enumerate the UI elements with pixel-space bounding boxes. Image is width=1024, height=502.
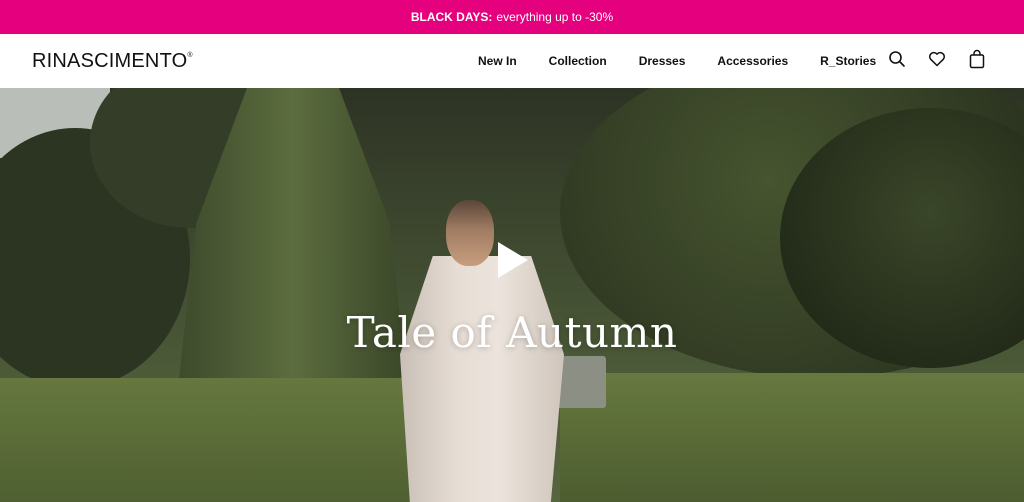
promo-bar[interactable]: BLACK DAYS: everything up to -30%: [0, 0, 1024, 34]
shopping-bag-icon[interactable]: [966, 48, 988, 70]
nav-accessories[interactable]: Accessories: [717, 54, 788, 68]
search-icon[interactable]: [886, 48, 908, 70]
registered-mark: ®: [187, 52, 193, 59]
nav-dresses[interactable]: Dresses: [639, 54, 686, 68]
brand-logo-text: RINASCIMENTO: [32, 50, 188, 72]
hero-hedge-left: [0, 378, 410, 502]
hero-title: Tale of Autumn: [346, 308, 678, 357]
nav-collection[interactable]: Collection: [549, 54, 607, 68]
hero-model-coat: [400, 256, 564, 502]
nav-r-stories[interactable]: R_Stories: [820, 54, 876, 68]
hero-model-head: [446, 200, 494, 266]
hero-video[interactable]: Tale of Autumn: [0, 88, 1024, 502]
promo-text: everything up to -30%: [496, 10, 614, 24]
nav-new-in[interactable]: New In: [478, 54, 517, 68]
promo-highlight: BLACK DAYS:: [410, 10, 493, 24]
brand-logo[interactable]: RINASCIMENTO®: [32, 50, 193, 73]
play-icon[interactable]: [496, 240, 530, 280]
heart-icon[interactable]: [926, 48, 948, 70]
header-icons: [886, 48, 988, 70]
hero-hedge-right: [560, 373, 1024, 502]
main-nav: New In Collection Dresses Accessories R_…: [478, 34, 876, 88]
site-header: RINASCIMENTO® New In Collection Dresses …: [0, 34, 1024, 88]
